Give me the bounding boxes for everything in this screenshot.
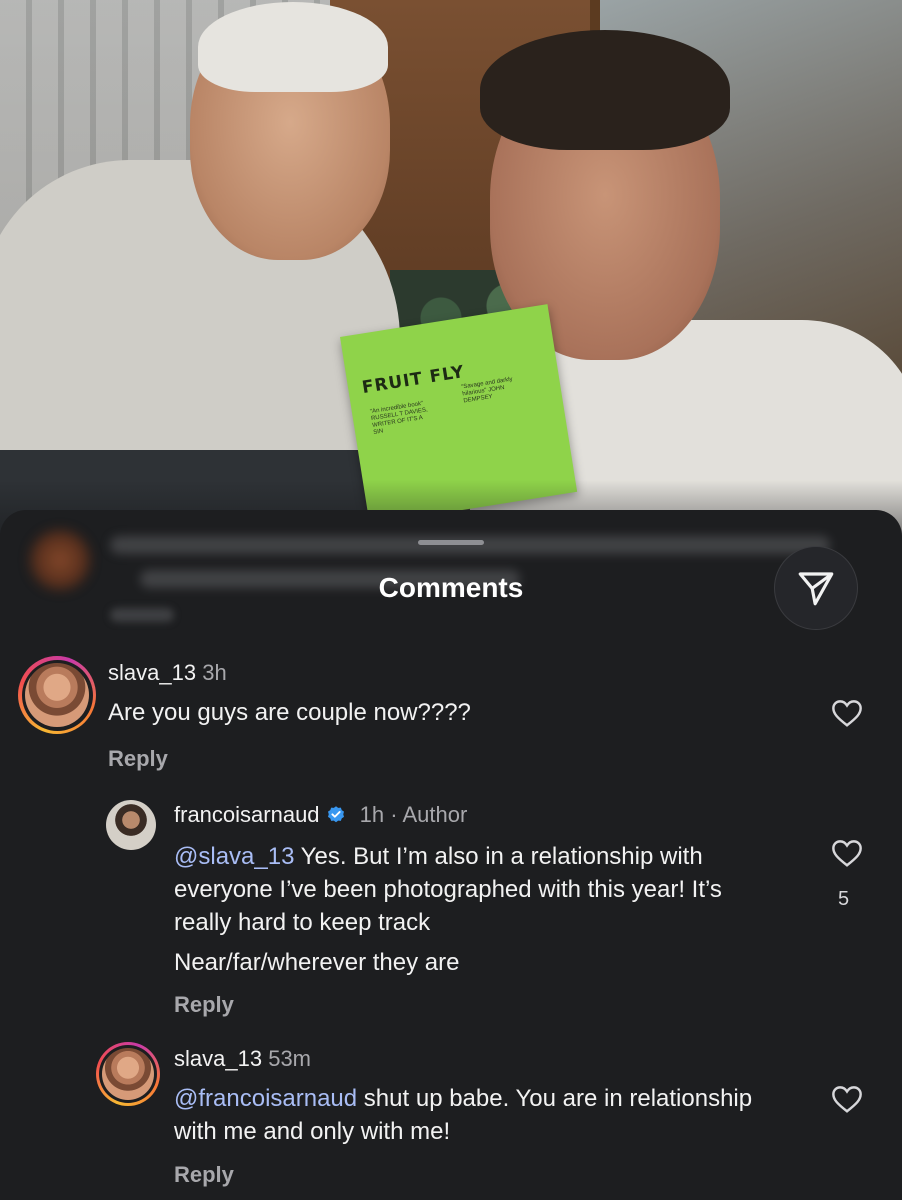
comments-sheet: Comments slava_13 3h Are you guys are co… xyxy=(0,510,902,1200)
person-right-hair xyxy=(480,30,730,150)
book-title: FRUIT FLY xyxy=(360,362,467,399)
comment-time: 53m xyxy=(268,1046,311,1071)
mention-link[interactable]: @francoisarnaud xyxy=(174,1085,357,1112)
reply-button[interactable]: Reply xyxy=(174,1162,234,1188)
comment-text: @francoisarnaud shut up babe. You are in… xyxy=(174,1082,774,1148)
avatar-story-ring[interactable] xyxy=(96,1042,160,1106)
heart-outline-icon[interactable] xyxy=(830,1084,864,1114)
book-blurb-left: "An incredible book" RUSSELL T DAVIES, W… xyxy=(369,400,429,436)
comment-item: slava_13 53m @francoisarnaud shut up bab… xyxy=(0,510,902,1200)
person-left-hair xyxy=(198,2,388,92)
avatar xyxy=(102,1048,154,1100)
post-photo: FRUIT FLY "An incredible book" RUSSELL T… xyxy=(0,0,902,560)
comment-username[interactable]: slava_13 xyxy=(174,1046,262,1071)
book-blurb-right: "Savage and darkly hilarious" JOHN DEMPS… xyxy=(460,376,514,405)
